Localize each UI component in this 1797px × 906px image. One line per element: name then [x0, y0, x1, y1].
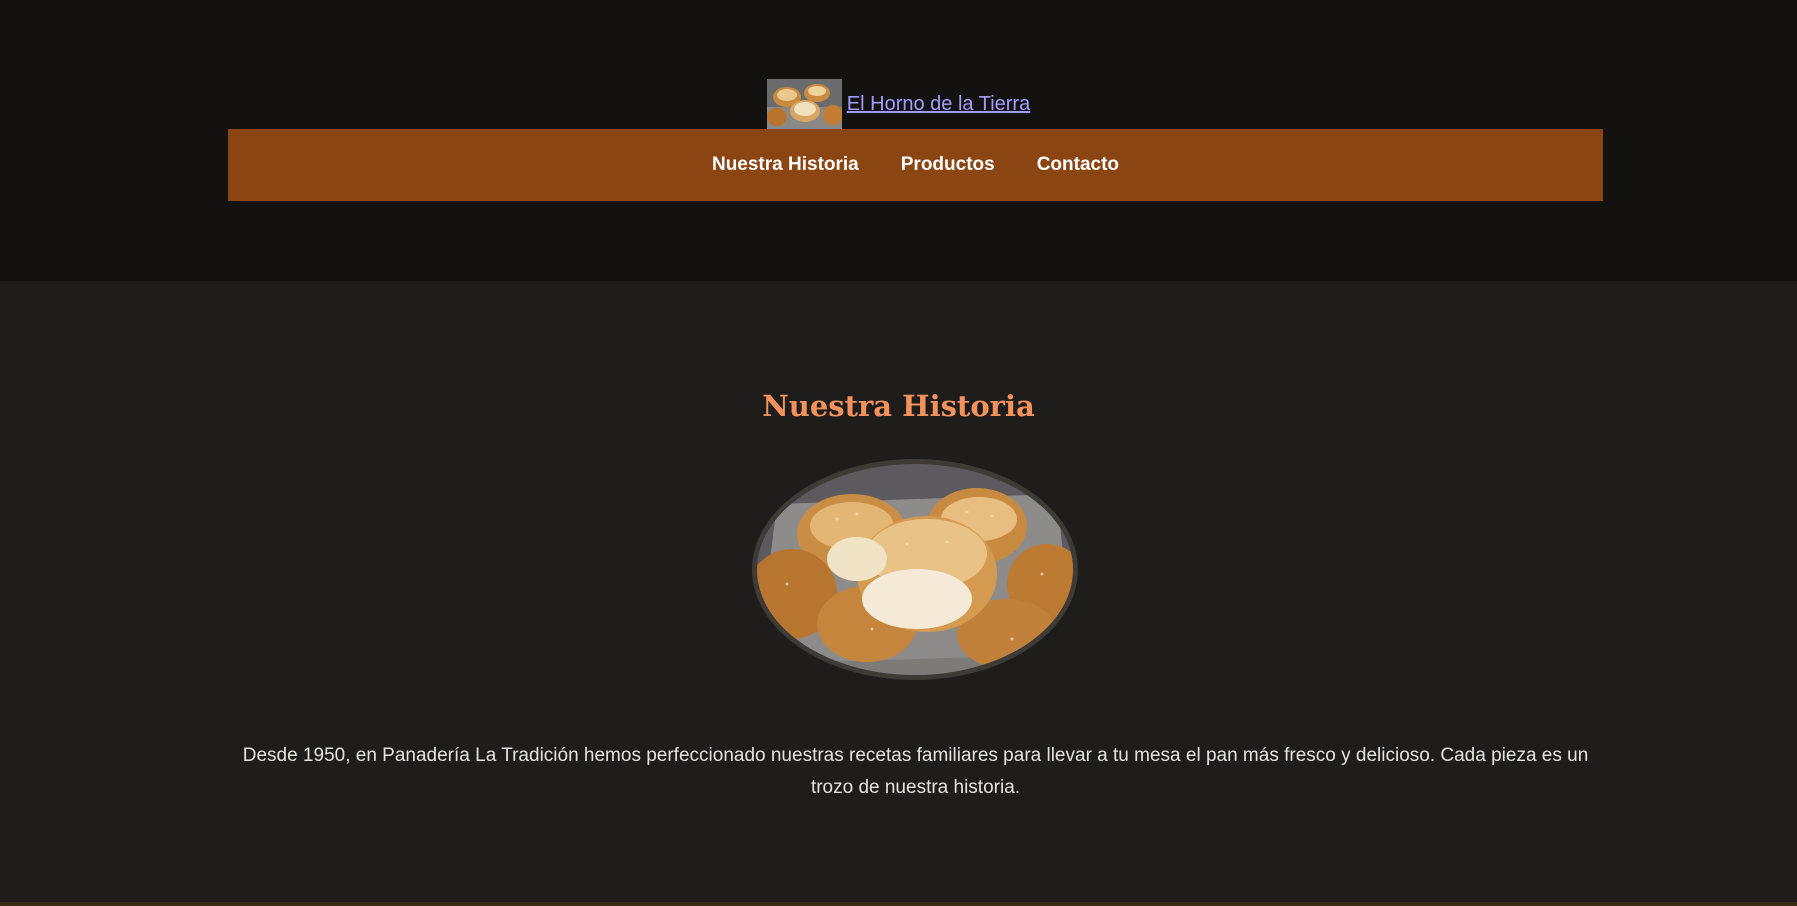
nav-item-contacto[interactable]: Contacto [1037, 154, 1119, 176]
brand: El Horno de la Tierra [0, 79, 1797, 129]
main-nav: Nuestra Historia Productos Contacto [228, 129, 1603, 201]
bread-photo-frame [752, 459, 1078, 680]
brand-name: El Horno de la Tierra [846, 93, 1031, 115]
nav-item-nuestra-historia[interactable]: Nuestra Historia [712, 154, 859, 176]
nav-item-productos[interactable]: Productos [901, 154, 995, 176]
story-section: Nuestra Historia Desde 1950, en Panaderí… [0, 281, 1797, 902]
brand-link[interactable]: El Horno de la Tierra [766, 79, 1031, 129]
section-title: Nuestra Historia [762, 389, 1035, 423]
bread-rolls-photo-icon [757, 464, 1073, 675]
bread-logo-icon [766, 79, 842, 129]
site-header: El Horno de la Tierra Nuestra Historia P… [0, 0, 1797, 281]
story-text: Desde 1950, en Panadería La Tradición he… [242, 745, 1589, 798]
footer-edge [0, 902, 1797, 906]
